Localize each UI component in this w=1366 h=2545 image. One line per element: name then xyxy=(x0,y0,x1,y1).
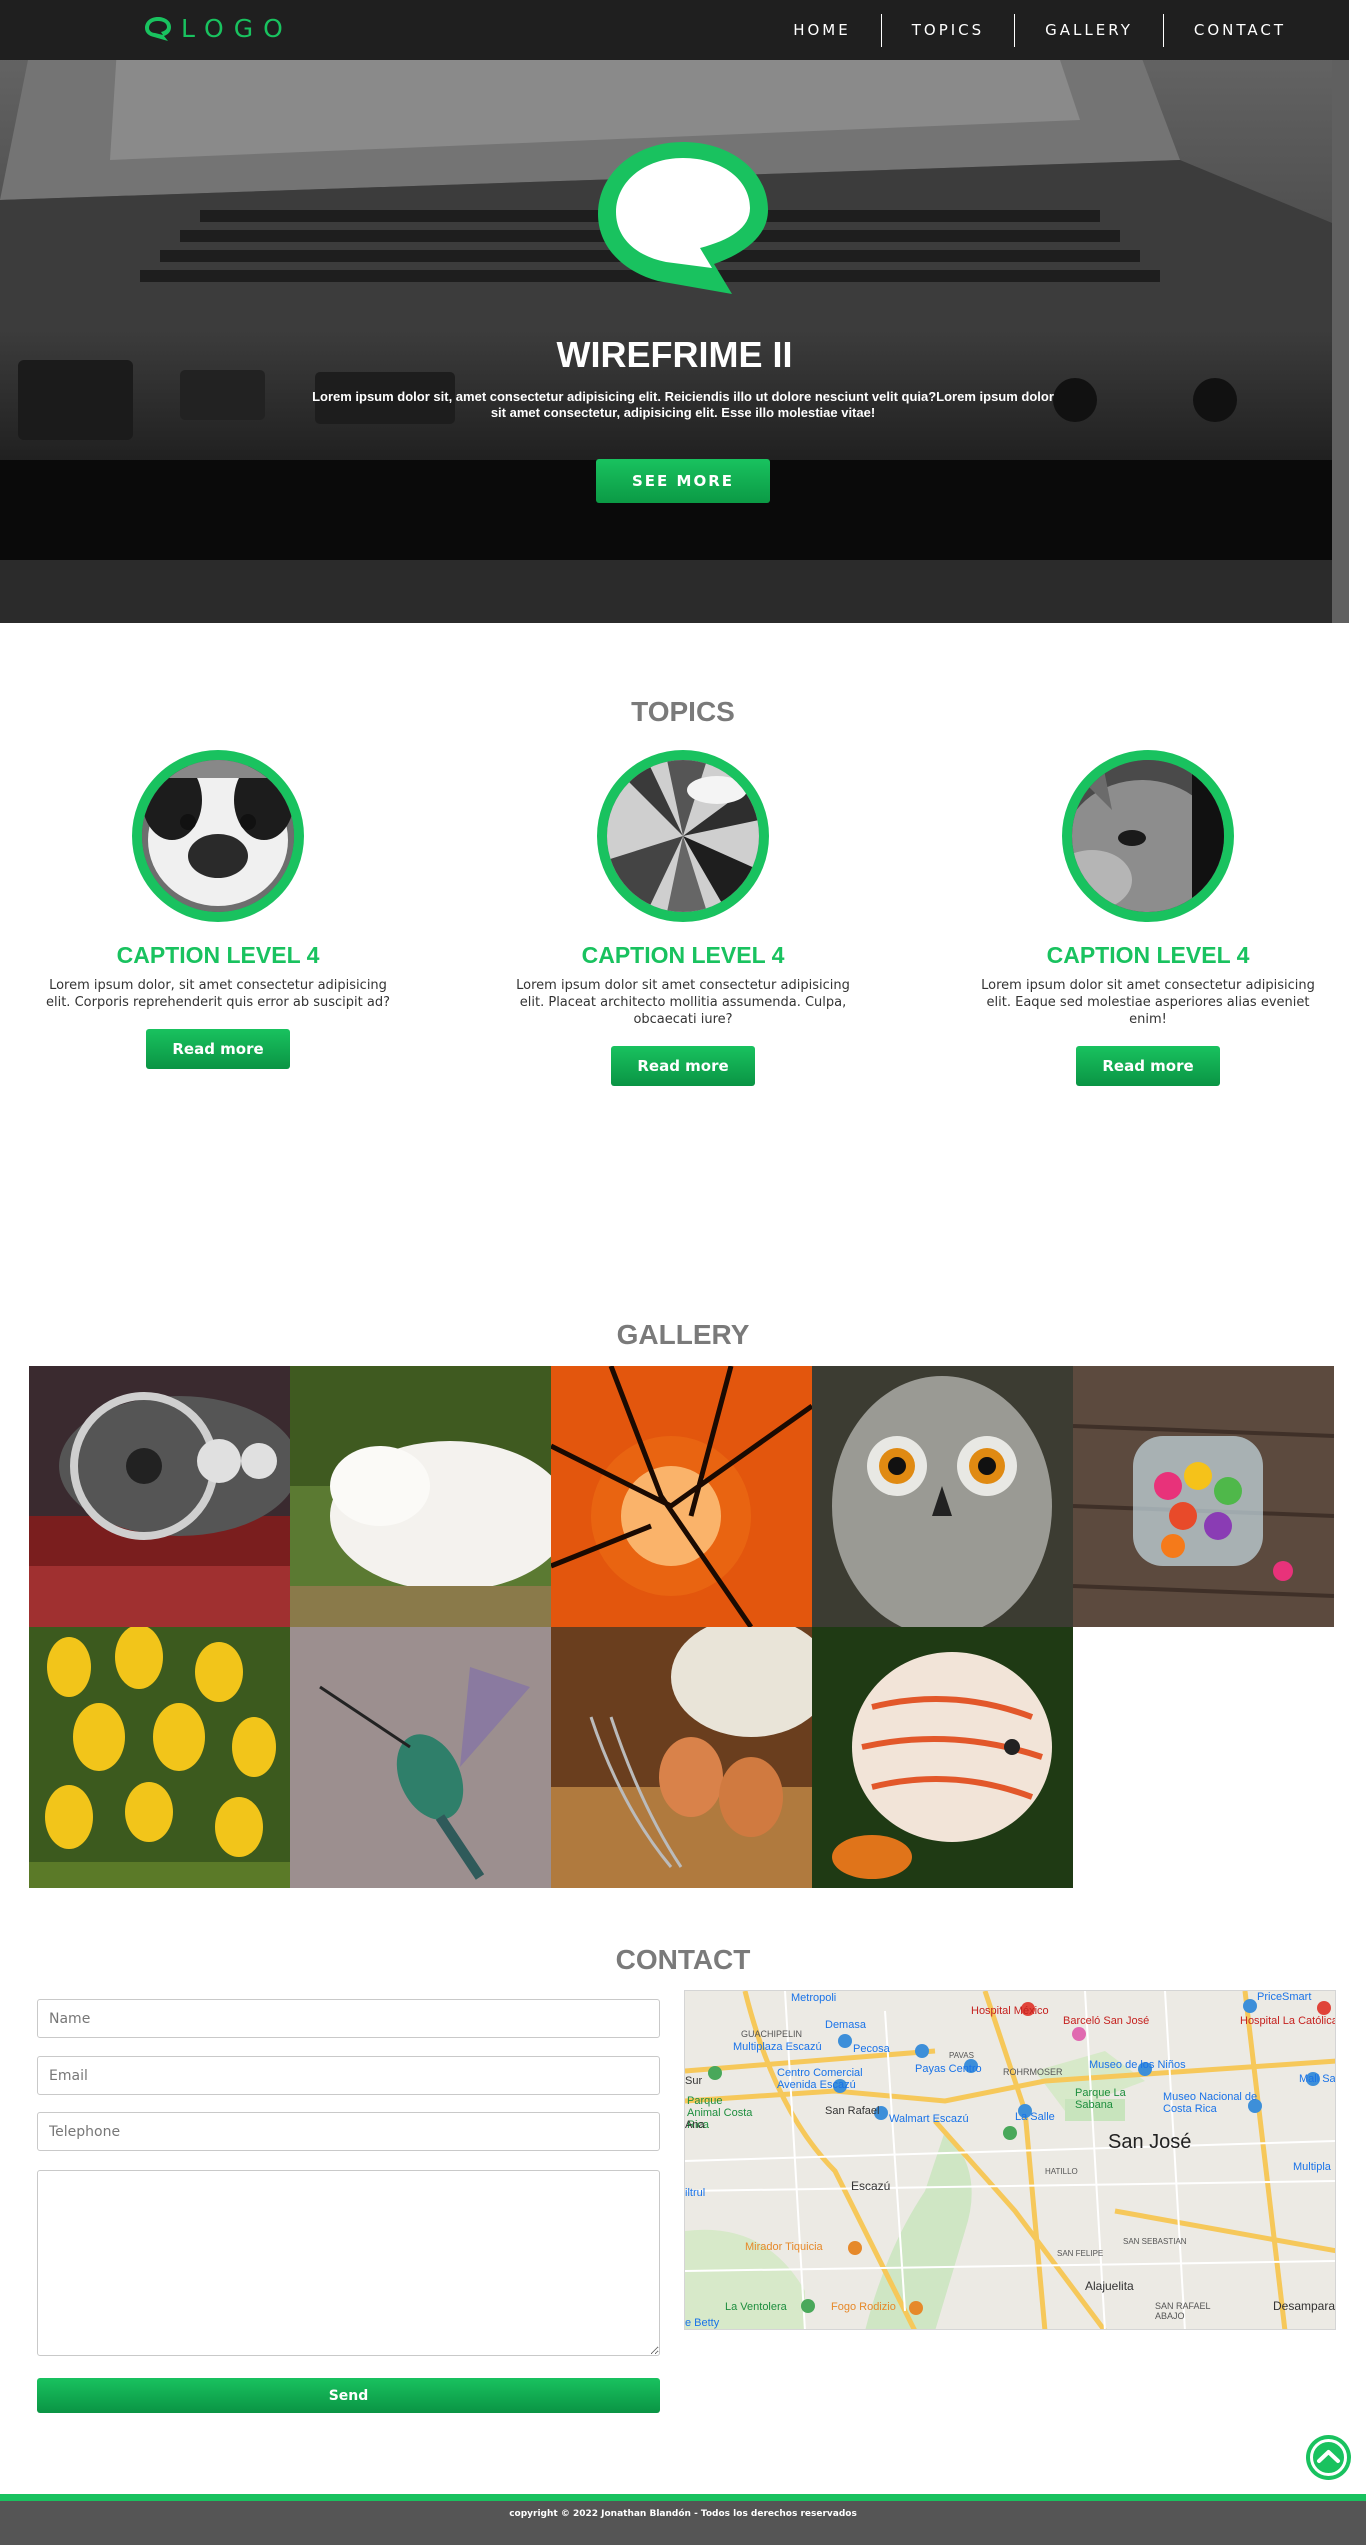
topic-card: CAPTION LEVEL 4 Lorem ipsum dolor sit am… xyxy=(963,750,1333,1086)
map-label: Demasa xyxy=(825,2019,866,2031)
chat-bubble-icon xyxy=(598,142,768,294)
map-label: SAN RAFAEL ABAJO xyxy=(1155,2301,1211,2321)
chevron-up-icon xyxy=(1310,2439,1347,2476)
cat-photo xyxy=(1062,750,1234,922)
footer-accent-line xyxy=(0,2494,1366,2501)
map-label: Multiplaza Escazú xyxy=(733,2041,822,2053)
contact-title: CONTACT xyxy=(615,1944,751,1975)
map-label: La Ventolera xyxy=(725,2301,787,2313)
topic-text: Lorem ipsum dolor, sit amet consectetur … xyxy=(45,978,391,1010)
map-label: Parque La Sabana xyxy=(1075,2087,1126,2111)
gallery-image-sunset[interactable] xyxy=(551,1366,812,1627)
map-label: GUACHIPELIN xyxy=(741,2029,803,2039)
logo-bubble-icon xyxy=(145,16,171,41)
topics-title: TOPICS xyxy=(631,696,735,727)
gallery-grid xyxy=(29,1366,1337,1888)
topic-caption: CAPTION LEVEL 4 xyxy=(116,942,320,968)
hero-description: Lorem ipsum dolor sit, amet consectetur … xyxy=(312,389,1054,420)
nav-contact[interactable]: CONTACT xyxy=(1162,14,1316,47)
map-label: Barceló San José xyxy=(1063,2015,1150,2027)
logo[interactable]: LOGO xyxy=(143,14,293,43)
gallery-image-eggs[interactable] xyxy=(551,1627,812,1888)
hero-section: WIREFRIME II Lorem ipsum dolor sit, amet… xyxy=(0,0,1349,623)
map-label: La Salle xyxy=(1015,2111,1055,2123)
gallery-image-owl[interactable] xyxy=(812,1366,1073,1627)
topic-caption: CAPTION LEVEL 4 xyxy=(1046,942,1250,968)
topic-text: Lorem ipsum dolor sit amet consectetur a… xyxy=(981,978,1315,1027)
building-photo xyxy=(597,750,769,922)
map-label: Walmart Escazú xyxy=(889,2113,969,2125)
map-label: SAN SEBASTIAN xyxy=(1123,2237,1187,2246)
footer: copyright © 2022 Jonathan Blandón - Todo… xyxy=(0,2501,1366,2545)
map-label: Alajuelita xyxy=(1085,2279,1134,2293)
map-label: PAVAS xyxy=(949,2051,974,2060)
map-label: Escazú xyxy=(851,2179,891,2193)
map-label: Hospital La Católica xyxy=(1240,2015,1336,2027)
see-more-button[interactable]: SEE MORE xyxy=(596,459,770,503)
gallery-image-hummingbird[interactable] xyxy=(290,1627,551,1888)
gallery-image-candy[interactable] xyxy=(1073,1366,1334,1627)
topic-text: Lorem ipsum dolor sit amet consectetur a… xyxy=(516,978,850,1027)
copyright-text: copyright © 2022 Jonathan Blandón - Todo… xyxy=(509,2509,857,2519)
map-label: ROHRMOSER xyxy=(1003,2067,1063,2077)
gallery-image-cat[interactable] xyxy=(290,1366,551,1627)
map-label: Mirador Tiquicia xyxy=(745,2241,823,2253)
laptop-background-photo xyxy=(0,0,1349,623)
nav-topics[interactable]: TOPICS xyxy=(880,14,1014,47)
map-label: Fogo Rodizio xyxy=(831,2301,896,2313)
topic-card: CAPTION LEVEL 4 Lorem ipsum dolor, sit a… xyxy=(33,750,403,1069)
gallery-image-fish[interactable] xyxy=(812,1627,1073,1888)
gallery-image-car[interactable] xyxy=(29,1366,290,1627)
gallery-title: GALLERY xyxy=(616,1319,750,1350)
topic-caption: CAPTION LEVEL 4 xyxy=(581,942,785,968)
map-label: Mall San Pe xyxy=(1299,2073,1336,2085)
top-navbar: LOGO HOME TOPICS GALLERY CONTACT xyxy=(0,0,1349,60)
map-label: Sur xyxy=(685,2075,703,2087)
map-label: HATILLO xyxy=(1045,2167,1078,2176)
map-label: PriceSmart xyxy=(1257,1991,1312,2003)
map-label: Centro Comercial Avenida Escazú xyxy=(777,2067,863,2091)
map-label: iltrul xyxy=(685,2187,706,2199)
map-label: SAN FELIPE xyxy=(1057,2249,1104,2258)
gallery-image-flowers[interactable] xyxy=(29,1627,290,1888)
map-label: Metropoli xyxy=(791,1992,837,2004)
map-label: Museo Nacional de Costa Rica xyxy=(1163,2091,1258,2115)
send-button[interactable]: Send xyxy=(37,2378,660,2413)
hero-title: WIREFRIME II xyxy=(556,334,793,375)
logo-text: LOGO xyxy=(181,14,293,43)
email-field[interactable] xyxy=(37,2056,660,2095)
main-nav: HOME TOPICS GALLERY CONTACT xyxy=(763,14,1316,47)
map-label: Multipla xyxy=(1293,2161,1331,2173)
map-label: Payas Centro xyxy=(915,2063,982,2075)
map-label: Pecosa xyxy=(853,2043,890,2055)
read-more-button[interactable]: Read more xyxy=(146,1029,290,1069)
map-label: Desamparad xyxy=(1273,2299,1336,2313)
map-label: San Rafael xyxy=(825,2105,880,2117)
hero-scrollbar[interactable] xyxy=(1332,60,1349,623)
read-more-button[interactable]: Read more xyxy=(611,1046,755,1086)
name-field[interactable] xyxy=(37,1999,660,2038)
map-label: Hospital México xyxy=(971,2005,1049,2017)
read-more-button[interactable]: Read more xyxy=(1076,1046,1220,1086)
map-embed[interactable]: Metropoli Demasa Hospital México Barceló… xyxy=(684,1990,1336,2330)
map-label: e Betty xyxy=(685,2317,720,2329)
topic-card: CAPTION LEVEL 4 Lorem ipsum dolor sit am… xyxy=(498,750,868,1086)
message-textarea[interactable] xyxy=(37,2170,660,2356)
nav-gallery[interactable]: GALLERY xyxy=(1014,14,1163,47)
map-city-label: San José xyxy=(1108,2131,1192,2153)
nav-home[interactable]: HOME xyxy=(763,14,881,47)
back-to-top-button[interactable] xyxy=(1306,2435,1351,2480)
dog-photo xyxy=(132,750,304,922)
map-label: Museo de los Niños xyxy=(1089,2059,1186,2071)
map-label: Ana xyxy=(685,2119,705,2131)
telephone-field[interactable] xyxy=(37,2112,660,2151)
